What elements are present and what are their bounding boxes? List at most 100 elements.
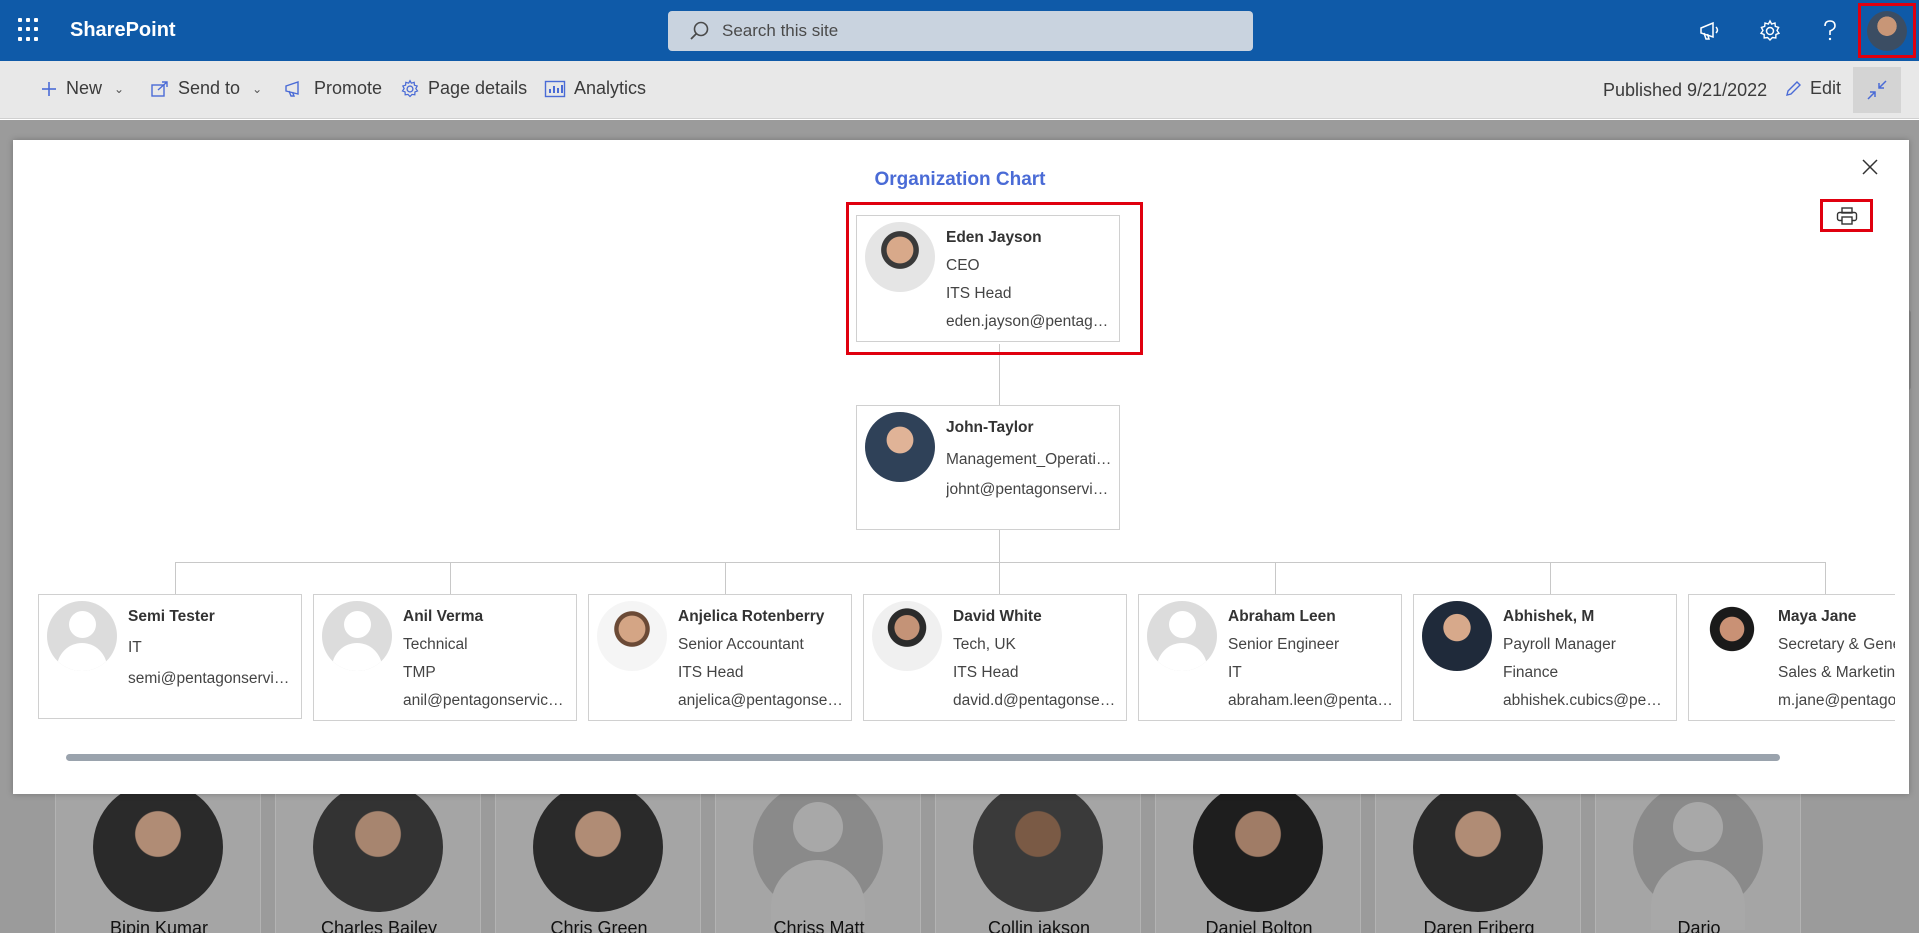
person-card[interactable]: Charles Bailey [275, 790, 481, 933]
close-button[interactable] [1858, 155, 1882, 179]
org-node-report[interactable]: David White Tech, UK ITS Head david.d@penta… [863, 594, 1127, 721]
node-title: Management_Operations [946, 451, 1113, 468]
avatar [872, 601, 942, 671]
person-card[interactable]: Collin jakson [935, 790, 1141, 933]
node-title: CEO [946, 257, 980, 274]
person-name: Bipin Kumar [109, 918, 209, 933]
send-to-button[interactable]: Send to ⌄ [150, 78, 262, 99]
person-card[interactable]: Bipin Kumar [55, 790, 261, 933]
megaphone-icon [285, 80, 299, 97]
org-node-report[interactable]: Maya Jane Secretary & General Sales & Mark… [1688, 594, 1895, 721]
new-label: New [66, 78, 103, 98]
org-node-report[interactable]: Abhishek, M Payroll Manager Finance abhishe… [1413, 594, 1677, 721]
org-node-report[interactable]: Abraham Leen Senior Engineer IT abraham.lee… [1138, 594, 1402, 721]
published-date: Published 9/21/2022 [1603, 80, 1768, 100]
connector-line [1825, 562, 1826, 594]
org-node-manager[interactable]: John-Taylor Management_Operations johnt@… [856, 405, 1120, 530]
search-input[interactable] [722, 11, 1222, 51]
person-name: Chris Green [550, 918, 648, 933]
node-name: David White [953, 608, 1042, 625]
org-chart-dialog: Organization Chart Eden Jayson CEO ITS H… [13, 140, 1909, 794]
avatar [322, 601, 392, 671]
edit-button[interactable]: Edit [1784, 78, 1841, 99]
search-icon [688, 20, 710, 47]
megaphone-icon[interactable] [1695, 16, 1725, 46]
node-email: m.jane@pentagonservices.com [1778, 692, 1895, 709]
node-name: Eden Jayson [946, 229, 1042, 246]
connector-line [175, 562, 176, 594]
avatar [1697, 601, 1767, 671]
avatar [597, 601, 667, 671]
people-directory: Bipin Kumar Charles Bailey Chris Green C… [55, 790, 1801, 933]
node-email: johnt@pentagonservices.com [946, 481, 1113, 498]
pencil-icon [1786, 80, 1801, 96]
person-name: Collin jakson [987, 918, 1091, 933]
gear-icon[interactable] [1755, 16, 1785, 46]
profile-avatar[interactable] [1858, 3, 1916, 58]
avatar [865, 222, 935, 292]
person-card[interactable]: Chriss Matt [715, 790, 921, 933]
node-email: david.d@pentagonservices.com [953, 692, 1120, 709]
org-node-report[interactable]: Anjelica Rotenberry Senior Accountant ITS … [588, 594, 852, 721]
horizontal-scrollbar[interactable] [66, 754, 1780, 761]
waffle-icon[interactable] [18, 18, 42, 42]
person-card[interactable]: Daren Friberg [1375, 790, 1581, 933]
node-department: TMP [403, 664, 436, 681]
node-email: abraham.leen@pentagonservices.com [1228, 692, 1395, 709]
share-icon [151, 80, 168, 97]
node-name: Anil Verma [403, 608, 484, 625]
person-card[interactable]: Dario [1595, 790, 1801, 933]
analytics-label: Analytics [574, 78, 647, 98]
print-button[interactable] [1820, 199, 1873, 232]
page-details-label: Page details [428, 78, 528, 98]
connector-line [999, 530, 1000, 566]
org-node-report[interactable]: Semi Tester IT semi@pentagonservices.com [38, 594, 302, 719]
connector-line [1550, 562, 1551, 594]
person-name: Dario [1677, 918, 1721, 933]
analytics-icon [544, 80, 566, 97]
close-icon [1862, 159, 1878, 175]
avatar [1422, 601, 1492, 671]
app-name[interactable]: SharePoint [70, 19, 176, 42]
person-card[interactable]: Chris Green [495, 790, 701, 933]
node-name: Abhishek, M [1503, 608, 1595, 625]
dialog-title: Organization Chart [874, 169, 1046, 190]
org-node-root[interactable]: Eden Jayson CEO ITS Head eden.jayson@pen… [856, 215, 1120, 342]
node-email: anil@pentagonservices.com [403, 692, 570, 709]
collapse-button[interactable] [1853, 67, 1901, 113]
new-button[interactable]: New ⌄ [40, 78, 124, 99]
suite-bar: SharePoint [0, 0, 1919, 61]
plus-icon [42, 81, 56, 96]
analytics-button[interactable]: Analytics [544, 78, 646, 99]
node-name: Maya Jane [1778, 608, 1857, 625]
node-name: John-Taylor [946, 419, 1034, 436]
send-to-label: Send to [178, 78, 241, 98]
node-department: Finance [1503, 664, 1559, 681]
chevron-down-icon: ⌄ [252, 81, 263, 96]
node-email: semi@pentagonservices.com [128, 670, 295, 687]
search-box[interactable] [668, 11, 1253, 51]
connector-line [999, 562, 1000, 594]
node-title: Tech, UK [953, 636, 1016, 653]
gear-icon [401, 78, 419, 97]
help-icon[interactable] [1815, 16, 1845, 46]
node-department: ITS Head [678, 664, 744, 681]
node-title: Technical [403, 636, 468, 653]
node-department: ITS Head [953, 664, 1019, 681]
edit-label: Edit [1810, 78, 1842, 98]
connector-line [175, 562, 1825, 563]
person-card[interactable]: Daniel Bolton [1155, 790, 1361, 933]
avatar [865, 412, 935, 482]
node-name: Semi Tester [128, 608, 215, 625]
node-name: Abraham Leen [1228, 608, 1336, 625]
node-title: Secretary & General [1778, 636, 1895, 653]
page-details-button[interactable]: Page details [400, 78, 527, 99]
org-node-report[interactable]: Anil Verma Technical TMP anil@pentagonservi… [313, 594, 577, 721]
avatar [1867, 10, 1907, 51]
node-email: abhishek.cubics@pentagonservices.com [1503, 692, 1670, 709]
node-name: Anjelica Rotenberry [678, 608, 825, 625]
avatar [47, 601, 117, 671]
person-name: Chriss Matt [773, 918, 865, 933]
node-email: eden.jayson@pentagonservices.com [946, 313, 1113, 330]
promote-button[interactable]: Promote [284, 78, 382, 99]
